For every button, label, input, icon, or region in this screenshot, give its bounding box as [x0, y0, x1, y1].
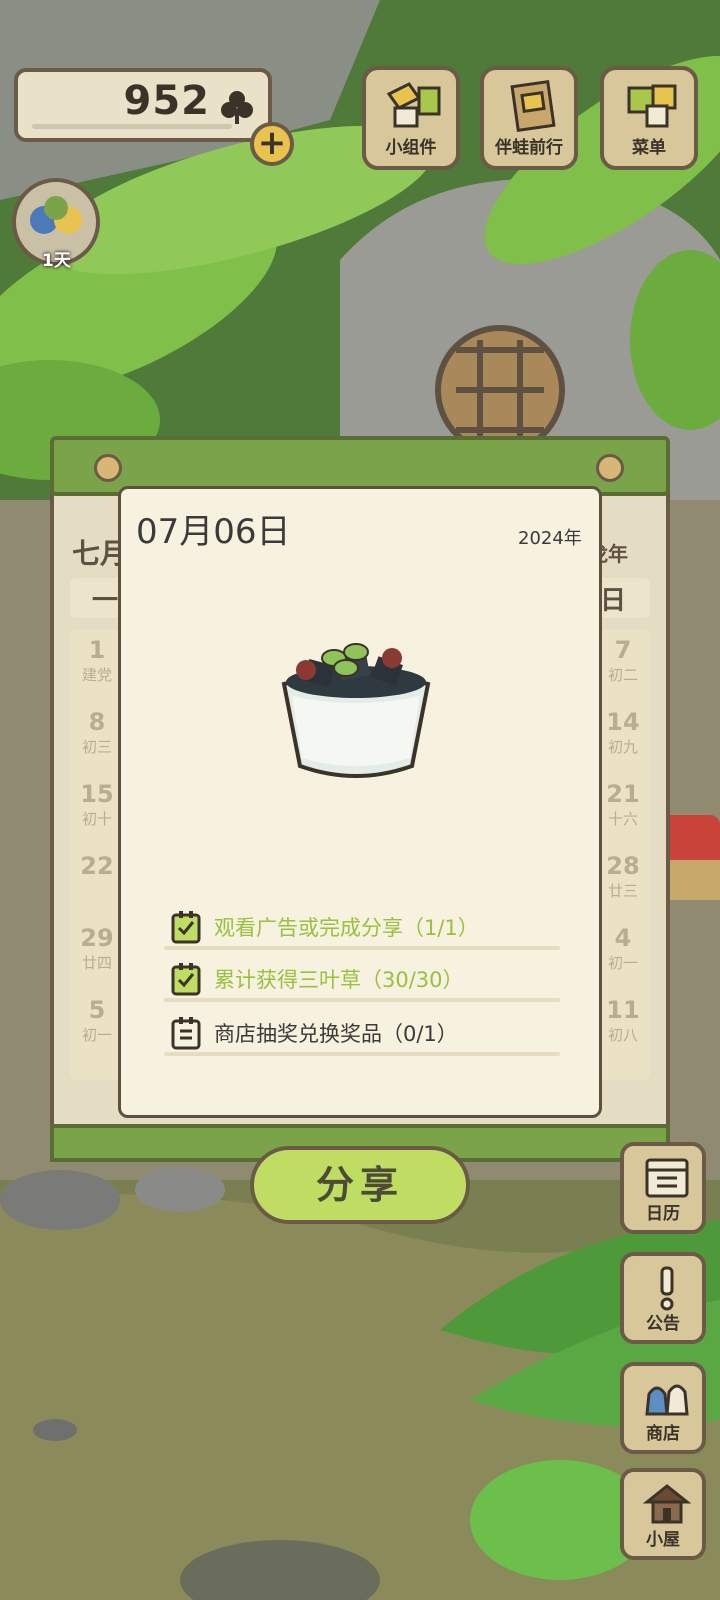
share-button[interactable]: 分享 [250, 1146, 470, 1224]
left-day-number: 15 [80, 780, 114, 808]
right-day-number: 14 [606, 708, 640, 736]
grass-jelly-dessert-icon [281, 643, 431, 778]
house-icon [643, 1484, 691, 1524]
menu-icon [627, 84, 677, 128]
task-divider [164, 946, 560, 950]
right-day-number: 4 [614, 924, 632, 952]
right-day-lunar: 初一 [607, 954, 638, 972]
clover-bar [32, 124, 232, 129]
task-text: 商店抽奖兑换奖品（0/1） [214, 1022, 458, 1046]
left-day-lunar: 初十 [81, 810, 112, 828]
task-text: 累计获得三叶草（30/30） [214, 968, 464, 992]
calendar-button-label: 日历 [646, 1204, 680, 1224]
frog-journey-button[interactable]: 伴蛙前行 [480, 66, 578, 170]
left-day-lunar: 建党 [81, 666, 112, 684]
right-day-lunar: 初八 [607, 1026, 638, 1044]
right-day-number: 21 [606, 780, 640, 808]
task-divider [164, 1052, 560, 1056]
task-item-watch-ad: 观看广告或完成分享（1/1） [164, 906, 560, 950]
left-day-number: 8 [88, 708, 106, 736]
house-button[interactable]: 小屋 [620, 1468, 706, 1560]
task-item-clovers: 累计获得三叶草（30/30） [164, 958, 560, 1002]
clover-counter: 952 [14, 68, 272, 142]
task-divider [164, 998, 560, 1002]
calendar-icon [645, 1158, 689, 1198]
board-pin-right [596, 454, 624, 482]
house-button-label: 小屋 [646, 1530, 680, 1550]
left-day-number: 5 [88, 996, 106, 1024]
weekday-first: 一 [92, 586, 119, 616]
widget-icon [386, 82, 441, 128]
left-day-lunar: 初三 [81, 738, 112, 756]
menu-label: 菜单 [632, 138, 666, 158]
left-day-number: 29 [80, 924, 114, 952]
task-text: 观看广告或完成分享（1/1） [214, 916, 479, 940]
unchecked-notepad-icon [171, 1017, 201, 1050]
add-clover-button[interactable]: + [250, 122, 294, 166]
task-item-shop-lottery: 商店抽奖兑换奖品（0/1） [164, 1012, 560, 1056]
right-day-number: 11 [606, 996, 640, 1024]
left-day-number: 22 [80, 852, 114, 880]
card-year: 2024年 [518, 528, 582, 549]
left-day-lunar: 初一 [81, 1026, 112, 1044]
widget-button-label: 小组件 [385, 138, 437, 158]
notice-button[interactable]: 公告 [620, 1252, 706, 1344]
notice-button-label: 公告 [646, 1314, 680, 1334]
album-icon [510, 80, 556, 132]
right-day-lunar: 初二 [607, 666, 638, 684]
left-day-lunar: 廿四 [81, 954, 112, 972]
shop-button-label: 商店 [646, 1424, 680, 1444]
frog-journey-label: 伴蛙前行 [495, 138, 563, 158]
card-date: 07月06日 [136, 512, 291, 552]
right-day-number: 7 [614, 636, 632, 664]
calendar-button[interactable]: 日历 [620, 1142, 706, 1234]
right-day-lunar: 初九 [607, 738, 638, 756]
clover-icon [221, 91, 253, 124]
left-day-number: 1 [88, 636, 106, 664]
shop-button[interactable]: 商店 [620, 1362, 706, 1454]
weekday-last: 日 [600, 586, 627, 616]
right-day-lunar: 十六 [607, 810, 638, 828]
right-day-number: 28 [606, 852, 640, 880]
checked-notepad-icon [171, 963, 201, 996]
board-pin-left [94, 454, 122, 482]
clover-count: 952 [123, 78, 210, 124]
right-day-lunar: 廿三 [607, 882, 638, 900]
days-label: 1天 [42, 251, 71, 271]
exclamation-icon [660, 1266, 674, 1311]
widget-button[interactable]: 小组件 [362, 66, 460, 170]
checked-notepad-icon [171, 911, 201, 944]
bags-icon [645, 1384, 689, 1416]
menu-button[interactable]: 菜单 [600, 66, 698, 170]
